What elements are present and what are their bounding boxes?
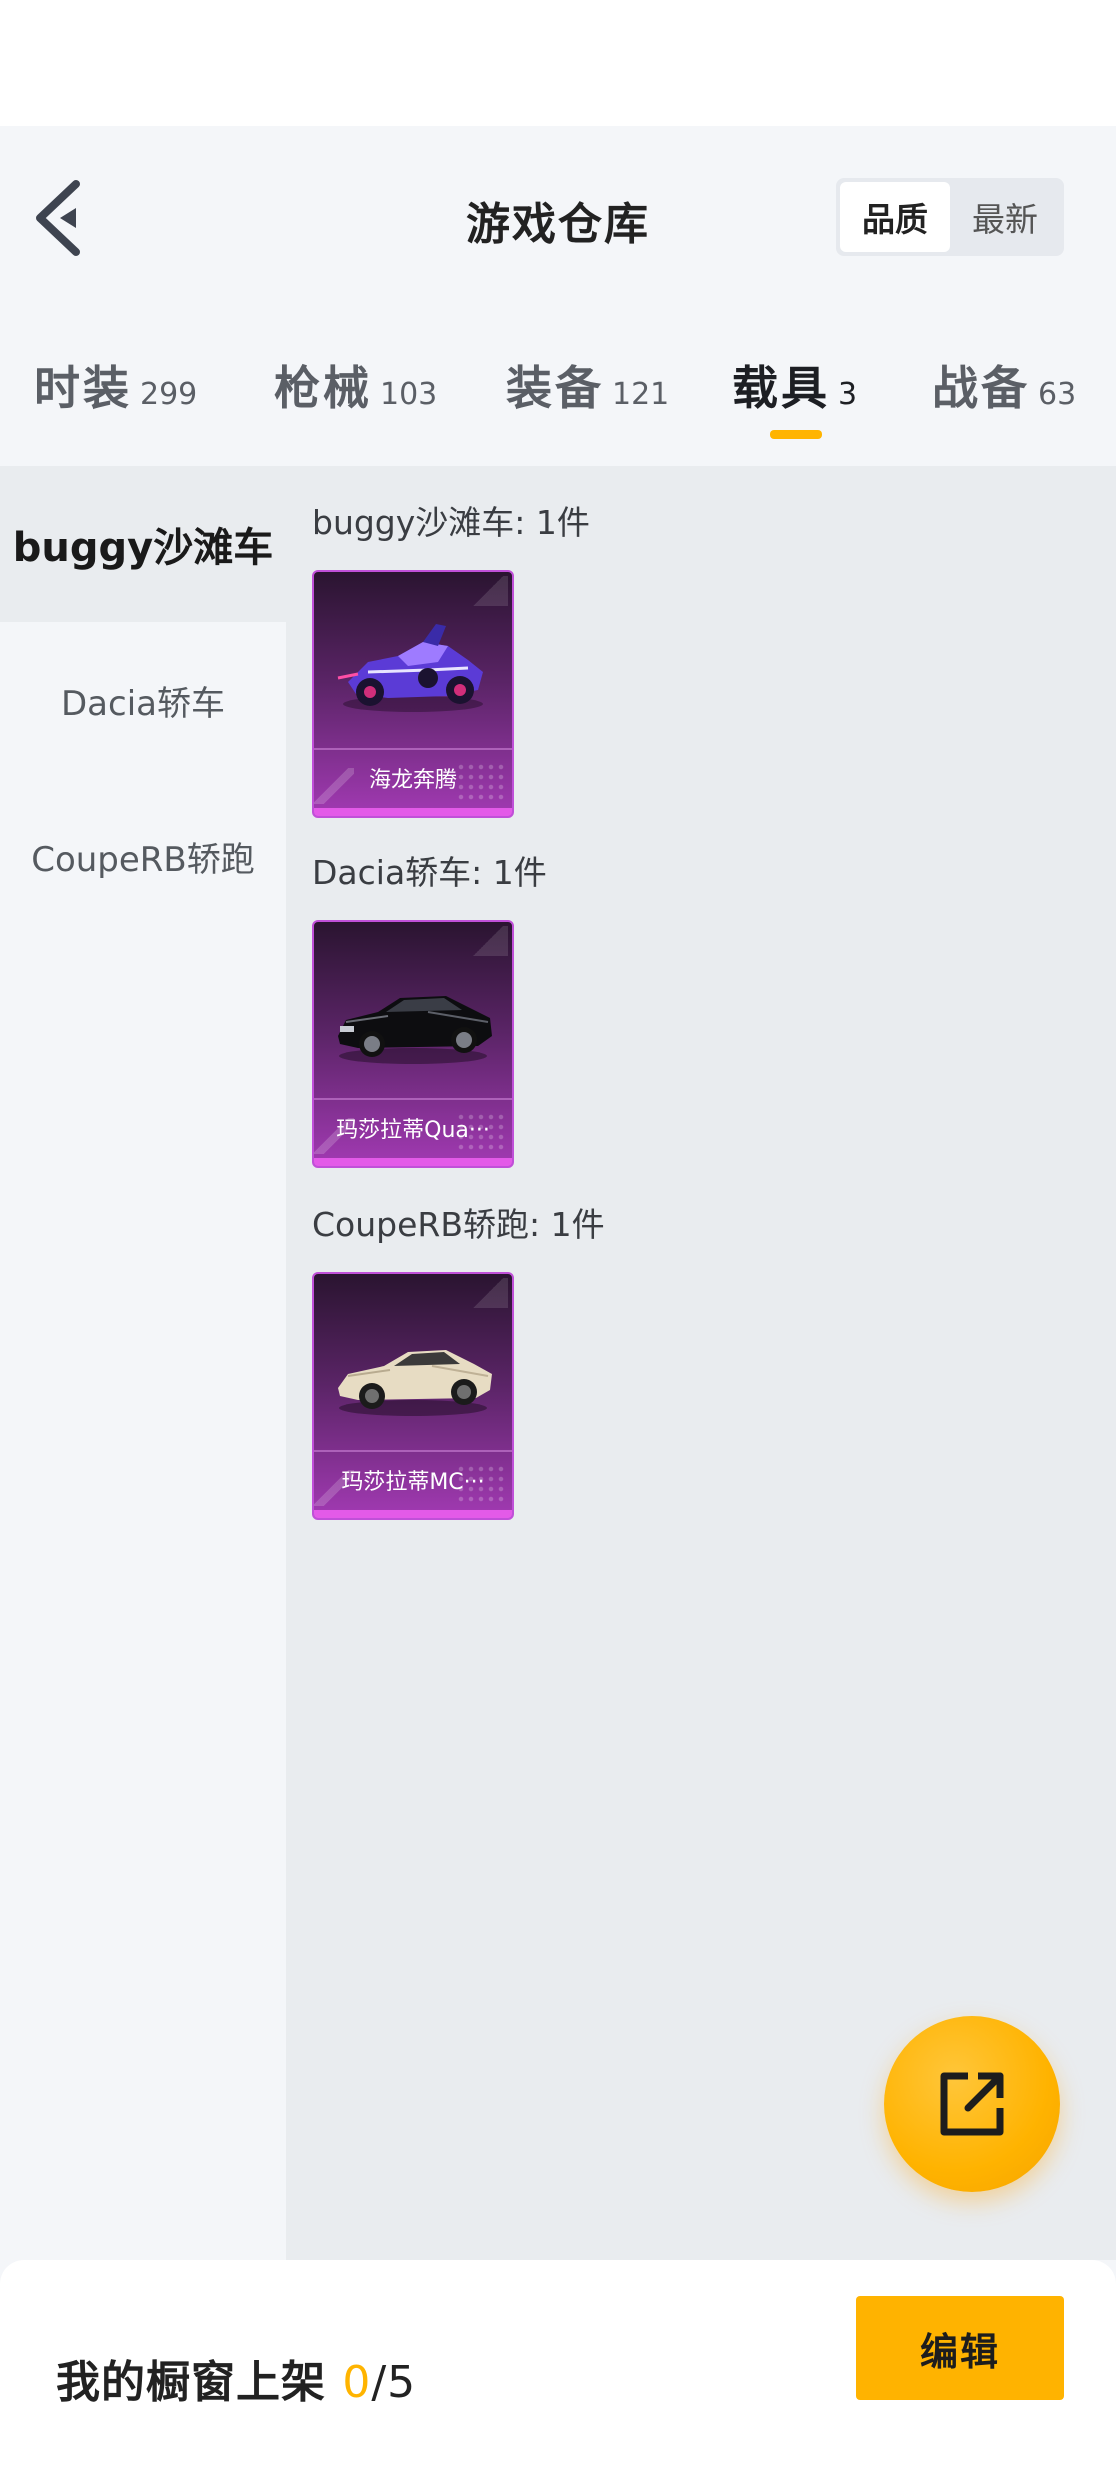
sort-toggle: 品质 最新 <box>836 178 1064 256</box>
item-name: 玛莎拉蒂Qua··· <box>336 1118 490 1143</box>
sidebar-item-buggy[interactable]: buggy沙滩车 <box>0 466 286 622</box>
share-fab-button[interactable] <box>884 2016 1060 2192</box>
tab-label: 装备 <box>506 361 604 415</box>
group-title: CoupeRB轿跑: 1件 <box>312 1205 605 1244</box>
tab-label: 枪械 <box>274 361 372 415</box>
rarity-bar <box>314 1510 512 1518</box>
card-divider <box>314 1450 512 1452</box>
item-name: 玛莎拉蒂MC··· <box>341 1470 485 1495</box>
item-list: buggy沙滩车: 1件 海龙奔腾 Dacia轿车: 1件 玛莎拉蒂Qua···… <box>286 466 1116 2260</box>
tab-count: 299 <box>140 377 198 412</box>
rarity-bar <box>314 808 512 816</box>
card-corner-decoration <box>468 1278 508 1308</box>
tab-count: 63 <box>1038 377 1077 412</box>
tab-count: 3 <box>838 377 858 412</box>
tab-fashion[interactable]: 时装 299 <box>34 352 197 418</box>
card-corner-decoration <box>468 576 508 606</box>
tab-count: 121 <box>612 377 670 412</box>
card-corner-decoration <box>468 926 508 956</box>
item-card[interactable]: 玛莎拉蒂Qua··· <box>312 920 514 1168</box>
showcase-bar: 我的橱窗上架 0/5 编辑 <box>0 2260 1116 2484</box>
tab-label: 载具 <box>732 361 830 415</box>
cream-coupe-icon <box>338 1350 492 1416</box>
purple-buggy-icon <box>337 624 483 712</box>
card-divider <box>314 1098 512 1100</box>
status-bar <box>0 0 1116 126</box>
showcase-label: 我的橱窗上架 <box>56 2357 343 2408</box>
share-external-icon <box>940 2072 1004 2136</box>
sidebar-item-couperb[interactable]: CoupeRB轿跑 <box>0 778 286 934</box>
group-title: Dacia轿车: 1件 <box>312 853 547 892</box>
tab-label: 时装 <box>34 361 132 415</box>
item-card[interactable]: 海龙奔腾 <box>312 570 514 818</box>
showcase-count-separator: / <box>371 2357 388 2408</box>
tab-count: 103 <box>380 377 438 412</box>
sidebar-item-dacia[interactable]: Dacia轿车 <box>0 622 286 778</box>
showcase-status: 我的橱窗上架 0/5 <box>56 2346 416 2410</box>
rarity-bar <box>314 1158 512 1166</box>
item-name: 海龙奔腾 <box>368 768 457 793</box>
tab-battle-supplies[interactable]: 战备 63 <box>932 352 1076 418</box>
tab-guns[interactable]: 枪械 103 <box>274 352 437 418</box>
vehicle-type-sidebar: buggy沙滩车 Dacia轿车 CoupeRB轿跑 <box>0 466 286 2260</box>
sort-quality-option[interactable]: 品质 <box>840 182 950 252</box>
showcase-count-total: 5 <box>387 2357 417 2408</box>
black-sedan-icon <box>338 996 492 1064</box>
header: 游戏仓库 品质 最新 <box>0 126 1116 304</box>
showcase-count-current: 0 <box>342 2357 372 2408</box>
tab-equipment[interactable]: 装备 121 <box>506 352 669 418</box>
active-tab-indicator <box>770 430 822 439</box>
card-divider <box>314 748 512 750</box>
category-tabs: 时装 299 枪械 103 装备 121 载具 3 战备 63 <box>0 304 1116 466</box>
sort-newest-option[interactable]: 最新 <box>950 182 1060 252</box>
edit-button[interactable]: 编辑 <box>856 2296 1064 2400</box>
item-card[interactable]: 玛莎拉蒂MC··· <box>312 1272 514 1520</box>
tab-vehicles[interactable]: 载具 3 <box>732 352 857 418</box>
group-title: buggy沙滩车: 1件 <box>312 503 590 542</box>
tab-label: 战备 <box>932 361 1030 415</box>
